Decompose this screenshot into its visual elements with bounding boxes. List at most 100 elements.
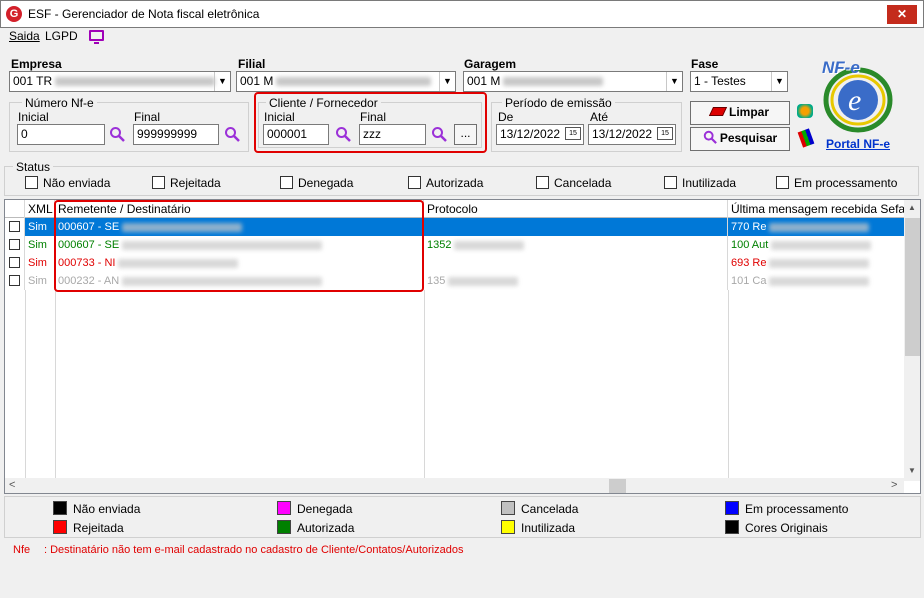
row-checkbox[interactable] xyxy=(9,275,20,286)
nfe-logo-text: NF-e xyxy=(822,58,860,77)
periodo-de-label: De xyxy=(498,110,514,124)
scroll-up-icon[interactable]: ▲ xyxy=(908,203,916,212)
header-protocolo[interactable]: Protocolo xyxy=(424,200,728,218)
colors-icon[interactable] xyxy=(797,128,815,148)
highlight-box xyxy=(54,200,424,292)
row-checkbox[interactable] xyxy=(9,239,20,250)
row-mensagem-text: 770 Re xyxy=(731,221,767,233)
status-label: Denegada xyxy=(298,176,354,190)
vertical-scrollbar[interactable]: ▲ ▼ xyxy=(904,200,920,481)
numero-inicial-label: Inicial xyxy=(18,110,49,124)
eraser-icon xyxy=(708,107,728,116)
limpar-label: Limpar xyxy=(728,105,769,119)
cliente-final-input[interactable]: zzz xyxy=(359,124,426,145)
chevron-down-icon: ▼ xyxy=(214,72,230,91)
empresa-value: 001 TR xyxy=(13,74,53,88)
status-label: Inutilizada xyxy=(682,176,737,190)
legend-label: Não enviada xyxy=(73,502,141,516)
numero-final-input[interactable]: 999999999 xyxy=(133,124,219,145)
header-xml[interactable]: XML xyxy=(25,200,55,218)
numero-inicial-input[interactable]: 0 xyxy=(17,124,105,145)
limpar-button[interactable]: Limpar xyxy=(690,101,790,125)
row-protocolo xyxy=(424,254,728,272)
scroll-right-icon[interactable]: > xyxy=(891,479,897,491)
chevron-down-icon: ▼ xyxy=(439,72,455,91)
row-checkbox-cell xyxy=(5,218,25,236)
menu-lgpd[interactable]: LGPD xyxy=(45,29,78,43)
legend-label: Inutilizada xyxy=(521,521,576,535)
header-check xyxy=(5,200,25,218)
row-checkbox[interactable] xyxy=(9,221,20,232)
row-checkbox[interactable] xyxy=(9,257,20,268)
periodo-title: Período de emissão xyxy=(502,96,615,110)
fase-value: 1 - Testes xyxy=(694,74,746,88)
legend-swatch[interactable] xyxy=(725,501,739,515)
portal-nfe-link[interactable]: Portal NF-e xyxy=(826,137,890,151)
vertical-scroll-thumb[interactable] xyxy=(905,218,920,356)
horizontal-scrollbar[interactable]: < > xyxy=(5,478,904,493)
empresa-combo[interactable]: 001 TR ▼ xyxy=(9,71,231,92)
scroll-down-icon[interactable]: ▼ xyxy=(908,466,916,475)
chevron-down-icon: ▼ xyxy=(666,72,682,91)
search-icon[interactable] xyxy=(109,126,125,142)
footer-prefix: Nfe xyxy=(13,544,31,556)
calendar-icon[interactable]: 15 xyxy=(657,127,673,140)
scroll-left-icon[interactable]: < xyxy=(9,479,15,491)
row-checkbox-cell xyxy=(5,272,25,290)
legend-label: Denegada xyxy=(297,502,353,516)
cliente-inicial-input[interactable]: 000001 xyxy=(263,124,329,145)
cliente-title: Cliente / Fornecedor xyxy=(266,96,381,110)
row-protocolo xyxy=(424,218,728,236)
app-logo-icon: G xyxy=(6,6,22,22)
monitor-icon[interactable] xyxy=(89,30,104,44)
legend-swatch[interactable] xyxy=(501,501,515,515)
menu-bar xyxy=(0,28,924,46)
status-title: Status xyxy=(13,160,54,174)
row-xml: Sim xyxy=(25,218,55,236)
legend-swatch[interactable] xyxy=(277,501,291,515)
legend-swatch[interactable] xyxy=(725,520,739,534)
horizontal-scroll-thumb[interactable] xyxy=(609,479,626,493)
row-mensagem-text: 693 Re xyxy=(731,257,767,269)
legend-label: Cancelada xyxy=(521,502,579,516)
legend-label: Rejeitada xyxy=(73,521,124,535)
legend-swatch[interactable] xyxy=(277,520,291,534)
status-checkbox-autorizada[interactable] xyxy=(408,176,421,189)
garagem-combo[interactable]: 001 M ▼ xyxy=(463,71,683,92)
pesquisar-label: Pesquisar xyxy=(719,131,778,145)
search-icon[interactable] xyxy=(335,126,351,142)
row-checkbox-cell xyxy=(5,236,25,254)
row-xml: Sim xyxy=(25,272,55,290)
fase-combo[interactable]: 1 - Testes ▼ xyxy=(690,71,788,92)
status-checkbox-em-processamento[interactable] xyxy=(776,176,789,189)
row-protocolo: 135 xyxy=(424,272,728,290)
menu-saida[interactable]: Saida xyxy=(9,29,40,43)
search-icon[interactable] xyxy=(224,126,240,142)
numero-final-label: Final xyxy=(134,110,161,124)
legend-swatch[interactable] xyxy=(501,520,515,534)
cert-icon[interactable] xyxy=(797,104,813,118)
status-label: Em processamento xyxy=(794,176,898,190)
status-checkbox-denegada[interactable] xyxy=(280,176,293,189)
periodo-de-value: 13/12/2022 xyxy=(500,127,561,141)
legend-swatch[interactable] xyxy=(53,520,67,534)
row-mensagem-text: 101 Ca xyxy=(731,275,767,287)
row-protocolo: 1352 xyxy=(424,236,728,254)
pesquisar-button[interactable]: Pesquisar xyxy=(690,127,790,151)
empresa-label: Empresa xyxy=(11,57,62,71)
row-xml: Sim xyxy=(25,236,55,254)
cliente-final-label: Final xyxy=(360,110,387,124)
legend-label: Autorizada xyxy=(297,521,355,535)
nfe-grid[interactable]: XML Remetente / Destinatário Protocolo Ú… xyxy=(4,199,921,494)
search-icon[interactable] xyxy=(431,126,447,142)
calendar-icon[interactable]: 15 xyxy=(565,127,581,140)
more-button[interactable]: ... xyxy=(454,124,477,145)
header-mensagem[interactable]: Última mensagem recebida Sefaz xyxy=(728,200,905,218)
status-checkbox-rejeitada[interactable] xyxy=(152,176,165,189)
status-checkbox-nao-enviada[interactable] xyxy=(25,176,38,189)
legend-swatch[interactable] xyxy=(53,501,67,515)
status-checkbox-cancelada[interactable] xyxy=(536,176,549,189)
filial-combo[interactable]: 001 M ▼ xyxy=(236,71,456,92)
close-button[interactable]: ✕ xyxy=(887,5,917,24)
status-checkbox-inutilizada[interactable] xyxy=(664,176,677,189)
